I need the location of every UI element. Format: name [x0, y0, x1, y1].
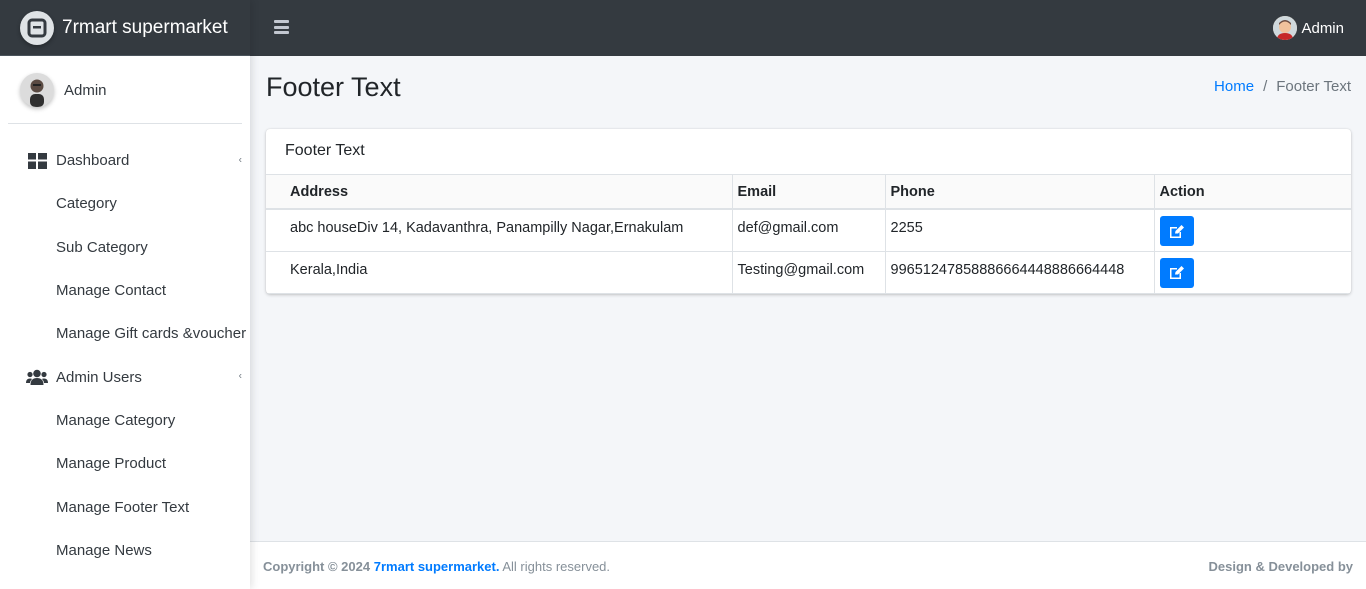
menu-toggle-icon[interactable] — [274, 20, 289, 34]
breadcrumb-current: Footer Text — [1276, 78, 1351, 95]
footer-brand-link[interactable]: 7rmart supermarket. — [374, 559, 500, 574]
navbar-user-name: Admin — [1301, 19, 1344, 37]
breadcrumb-home-link[interactable]: Home — [1214, 78, 1254, 95]
sidebar-item-manage-gift-cards[interactable]: Manage Gift cards &voucher — [0, 312, 250, 355]
cell-address: abc houseDiv 14, Kadavanthra, Panampilly… — [266, 209, 733, 252]
user-avatar — [20, 73, 54, 107]
top-navbar: Admin — [250, 0, 1366, 56]
cell-phone: 99651247858886664448886664448 — [885, 251, 1155, 294]
sidebar-item-label: Sub Category — [56, 238, 148, 256]
table-row: Kerala,India Testing@gmail.com 996512478… — [266, 251, 1351, 294]
edit-button[interactable] — [1159, 257, 1194, 288]
table-header-row: Address Email Phone Action — [266, 175, 1351, 210]
cell-phone: 2255 — [885, 209, 1155, 252]
cell-action — [1154, 209, 1351, 252]
sidebar-item-label: Manage Product — [56, 455, 167, 473]
brand-logo-icon — [20, 10, 54, 45]
cell-email: def@gmail.com — [732, 209, 886, 252]
brand-link[interactable]: 7rmart supermarket — [0, 0, 250, 56]
breadcrumb-separator: / — [1263, 78, 1268, 95]
sidebar-item-sub-category[interactable]: Sub Category — [0, 226, 250, 269]
page-footer: Copyright © 2024 7rmart supermarket. All… — [250, 541, 1366, 589]
sidebar-item-label: Manage Footer Text — [56, 498, 190, 516]
chevron-left-icon: ‹ — [238, 370, 242, 382]
cell-address: Kerala,India — [266, 251, 733, 294]
footer-text-card: Footer Text Address Email Phone Action a… — [266, 129, 1351, 294]
edit-icon — [1169, 224, 1184, 238]
footer-text-table: Address Email Phone Action abc houseDiv … — [266, 175, 1351, 294]
column-header-address: Address — [266, 175, 733, 210]
brand-name: 7rmart supermarket — [62, 16, 228, 38]
table-row: abc houseDiv 14, Kadavanthra, Panampilly… — [266, 209, 1351, 252]
sidebar-item-manage-category[interactable]: Manage Category — [0, 399, 250, 442]
cell-action — [1154, 251, 1351, 294]
user-avatar-icon — [1273, 16, 1298, 40]
sidebar-item-label: Manage Category — [56, 411, 176, 429]
cell-email: Testing@gmail.com — [732, 251, 886, 294]
card-title: Footer Text — [266, 129, 1351, 175]
column-header-action: Action — [1154, 175, 1351, 210]
sidebar-item-category[interactable]: Category — [0, 182, 250, 225]
sidebar-user-name: Admin — [64, 81, 107, 99]
column-header-email: Email — [732, 175, 886, 210]
copyright-text: Copyright © 2024 — [263, 559, 371, 574]
sidebar-item-dashboard[interactable]: Dashboard ‹ — [0, 139, 250, 182]
breadcrumb: Home / Footer Text — [1214, 78, 1351, 95]
sidebar-item-label: Dashboard — [56, 152, 130, 170]
rights-text: All rights reserved. — [502, 559, 611, 574]
sidebar-nav: Dashboard ‹ Category Sub Category Manage… — [0, 124, 250, 572]
users-icon — [26, 368, 48, 386]
footer-credit: Design & Developed by — [1208, 559, 1353, 574]
sidebar-user-panel[interactable]: Admin — [8, 56, 242, 124]
main-sidebar: 7rmart supermarket Admin Dashboard ‹ Cat… — [0, 0, 250, 589]
sidebar-item-admin-users[interactable]: Admin Users ‹ — [0, 355, 250, 398]
chevron-left-icon: ‹ — [238, 154, 242, 166]
sidebar-item-manage-contact[interactable]: Manage Contact — [0, 269, 250, 312]
sidebar-item-label: Admin Users — [56, 368, 142, 386]
footer-copyright: Copyright © 2024 7rmart supermarket. All… — [263, 559, 610, 574]
edit-button[interactable] — [1159, 216, 1194, 246]
edit-icon — [1169, 266, 1184, 279]
dashboard-grid-icon — [26, 152, 48, 170]
page-title: Footer Text — [266, 72, 401, 102]
sidebar-item-label: Manage Contact — [56, 282, 167, 300]
sidebar-item-label: Manage Gift cards &voucher — [56, 325, 247, 343]
sidebar-item-label: Manage News — [56, 541, 152, 559]
sidebar-item-manage-news[interactable]: Manage News — [0, 529, 250, 572]
sidebar-item-manage-product[interactable]: Manage Product — [0, 442, 250, 485]
column-header-phone: Phone — [885, 175, 1155, 210]
sidebar-item-label: Category — [56, 195, 117, 213]
sidebar-item-manage-footer-text[interactable]: Manage Footer Text — [0, 485, 250, 528]
navbar-user-menu[interactable]: Admin — [1273, 16, 1344, 40]
